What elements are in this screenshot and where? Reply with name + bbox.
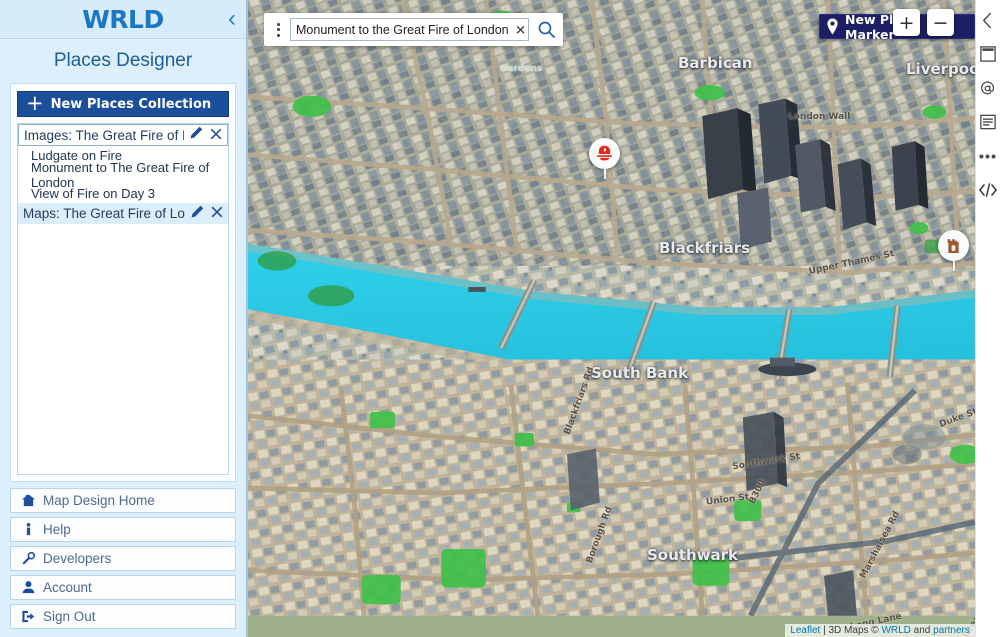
sidebar-header: WRLD ‹ xyxy=(0,0,246,39)
collection-list: Images: The Great Fire of Lo... Ludgate … xyxy=(17,123,229,475)
sidebar-item-account[interactable]: Account xyxy=(10,575,236,600)
marker-stem xyxy=(953,260,955,271)
marker-circle xyxy=(589,138,620,169)
rail-at-icon[interactable] xyxy=(978,78,998,98)
sidebar-item-sign-out[interactable]: Sign Out xyxy=(10,604,236,629)
app-root: WRLD ‹ Places Designer + New Places Coll… xyxy=(0,0,1000,637)
sidebar-footer: Map Design Home Help Developers Account xyxy=(0,482,246,637)
wrench-icon xyxy=(19,551,37,566)
sidebar-item-label: Sign Out xyxy=(43,609,96,624)
rail-collapse-icon[interactable] xyxy=(978,10,998,30)
sidebar-item-label: Account xyxy=(43,580,92,595)
plus-icon: + xyxy=(26,95,44,111)
map-pin-icon xyxy=(825,18,840,35)
collection-title: Maps: The Great Fire of Lon... xyxy=(23,206,185,221)
attribution-text: 3D Maps © xyxy=(829,625,882,636)
user-icon xyxy=(19,580,37,595)
map-viewport[interactable]: Barbican Liverpool Street Blackfriars So… xyxy=(248,0,975,637)
marker-stem xyxy=(604,168,606,179)
edit-pencil-icon[interactable] xyxy=(189,205,204,223)
attribution-separator: | xyxy=(820,625,828,636)
right-rail xyxy=(975,0,1000,637)
attribution-partners-link[interactable]: partners xyxy=(933,625,970,636)
rail-document-icon[interactable] xyxy=(978,112,998,132)
collection-header-images[interactable]: Images: The Great Fire of Lo... xyxy=(18,124,228,146)
edit-pencil-icon[interactable] xyxy=(188,126,203,144)
search-icon[interactable] xyxy=(533,20,559,39)
monument-tower-icon xyxy=(944,236,963,255)
marker-monument[interactable] xyxy=(938,230,970,270)
sidebar-item-label: Help xyxy=(43,522,71,537)
marker-circle xyxy=(938,230,969,261)
close-collection-icon[interactable] xyxy=(210,205,224,222)
collection-title: Images: The Great Fire of Lo... xyxy=(24,128,184,143)
collection-header-maps[interactable]: Maps: The Great Fire of Lon... xyxy=(18,203,228,224)
sidebar-item-developers[interactable]: Developers xyxy=(10,546,236,571)
sidebar-item-help[interactable]: Help xyxy=(10,517,236,542)
search-bar: ✕ xyxy=(264,13,563,46)
close-collection-icon[interactable] xyxy=(209,127,223,144)
map-attribution: Leaflet | 3D Maps © WRLD and partners xyxy=(785,624,975,637)
rail-panel-icon[interactable] xyxy=(978,44,998,64)
fire-helmet-icon xyxy=(595,144,614,163)
collections-panel: + New Places Collection Images: The Grea… xyxy=(10,83,236,482)
rail-code-icon[interactable] xyxy=(978,180,998,200)
new-places-collection-label: New Places Collection xyxy=(51,97,212,112)
attribution-wrld-link[interactable]: WRLD xyxy=(881,625,910,636)
marker-ludgate-on-fire[interactable] xyxy=(589,138,621,178)
sidebar-collapse-chevron-icon[interactable]: ‹ xyxy=(228,7,236,31)
wrld-logo: WRLD xyxy=(82,5,164,34)
left-sidebar: WRLD ‹ Places Designer + New Places Coll… xyxy=(0,0,248,637)
sidebar-item-map-design-home[interactable]: Map Design Home xyxy=(10,488,236,513)
zoom-out-button[interactable]: − xyxy=(927,9,954,36)
rail-more-icon[interactable] xyxy=(978,146,998,166)
clear-icon[interactable]: ✕ xyxy=(515,23,526,36)
new-places-collection-button[interactable]: + New Places Collection xyxy=(17,91,229,117)
home-icon xyxy=(19,493,37,508)
page-title: Places Designer xyxy=(0,39,246,83)
list-item[interactable]: Monument to The Great Fire of London xyxy=(18,165,228,184)
zoom-in-button[interactable]: + xyxy=(893,9,920,36)
info-icon xyxy=(19,522,37,537)
attribution-leaflet-link[interactable]: Leaflet xyxy=(790,625,820,636)
sign-out-icon xyxy=(19,609,37,624)
search-input[interactable] xyxy=(290,18,529,41)
map-canvas xyxy=(248,0,975,616)
sidebar-item-label: Map Design Home xyxy=(43,493,155,508)
attribution-and: and xyxy=(911,625,933,636)
sidebar-item-label: Developers xyxy=(43,551,111,566)
more-vertical-icon[interactable] xyxy=(270,23,286,37)
